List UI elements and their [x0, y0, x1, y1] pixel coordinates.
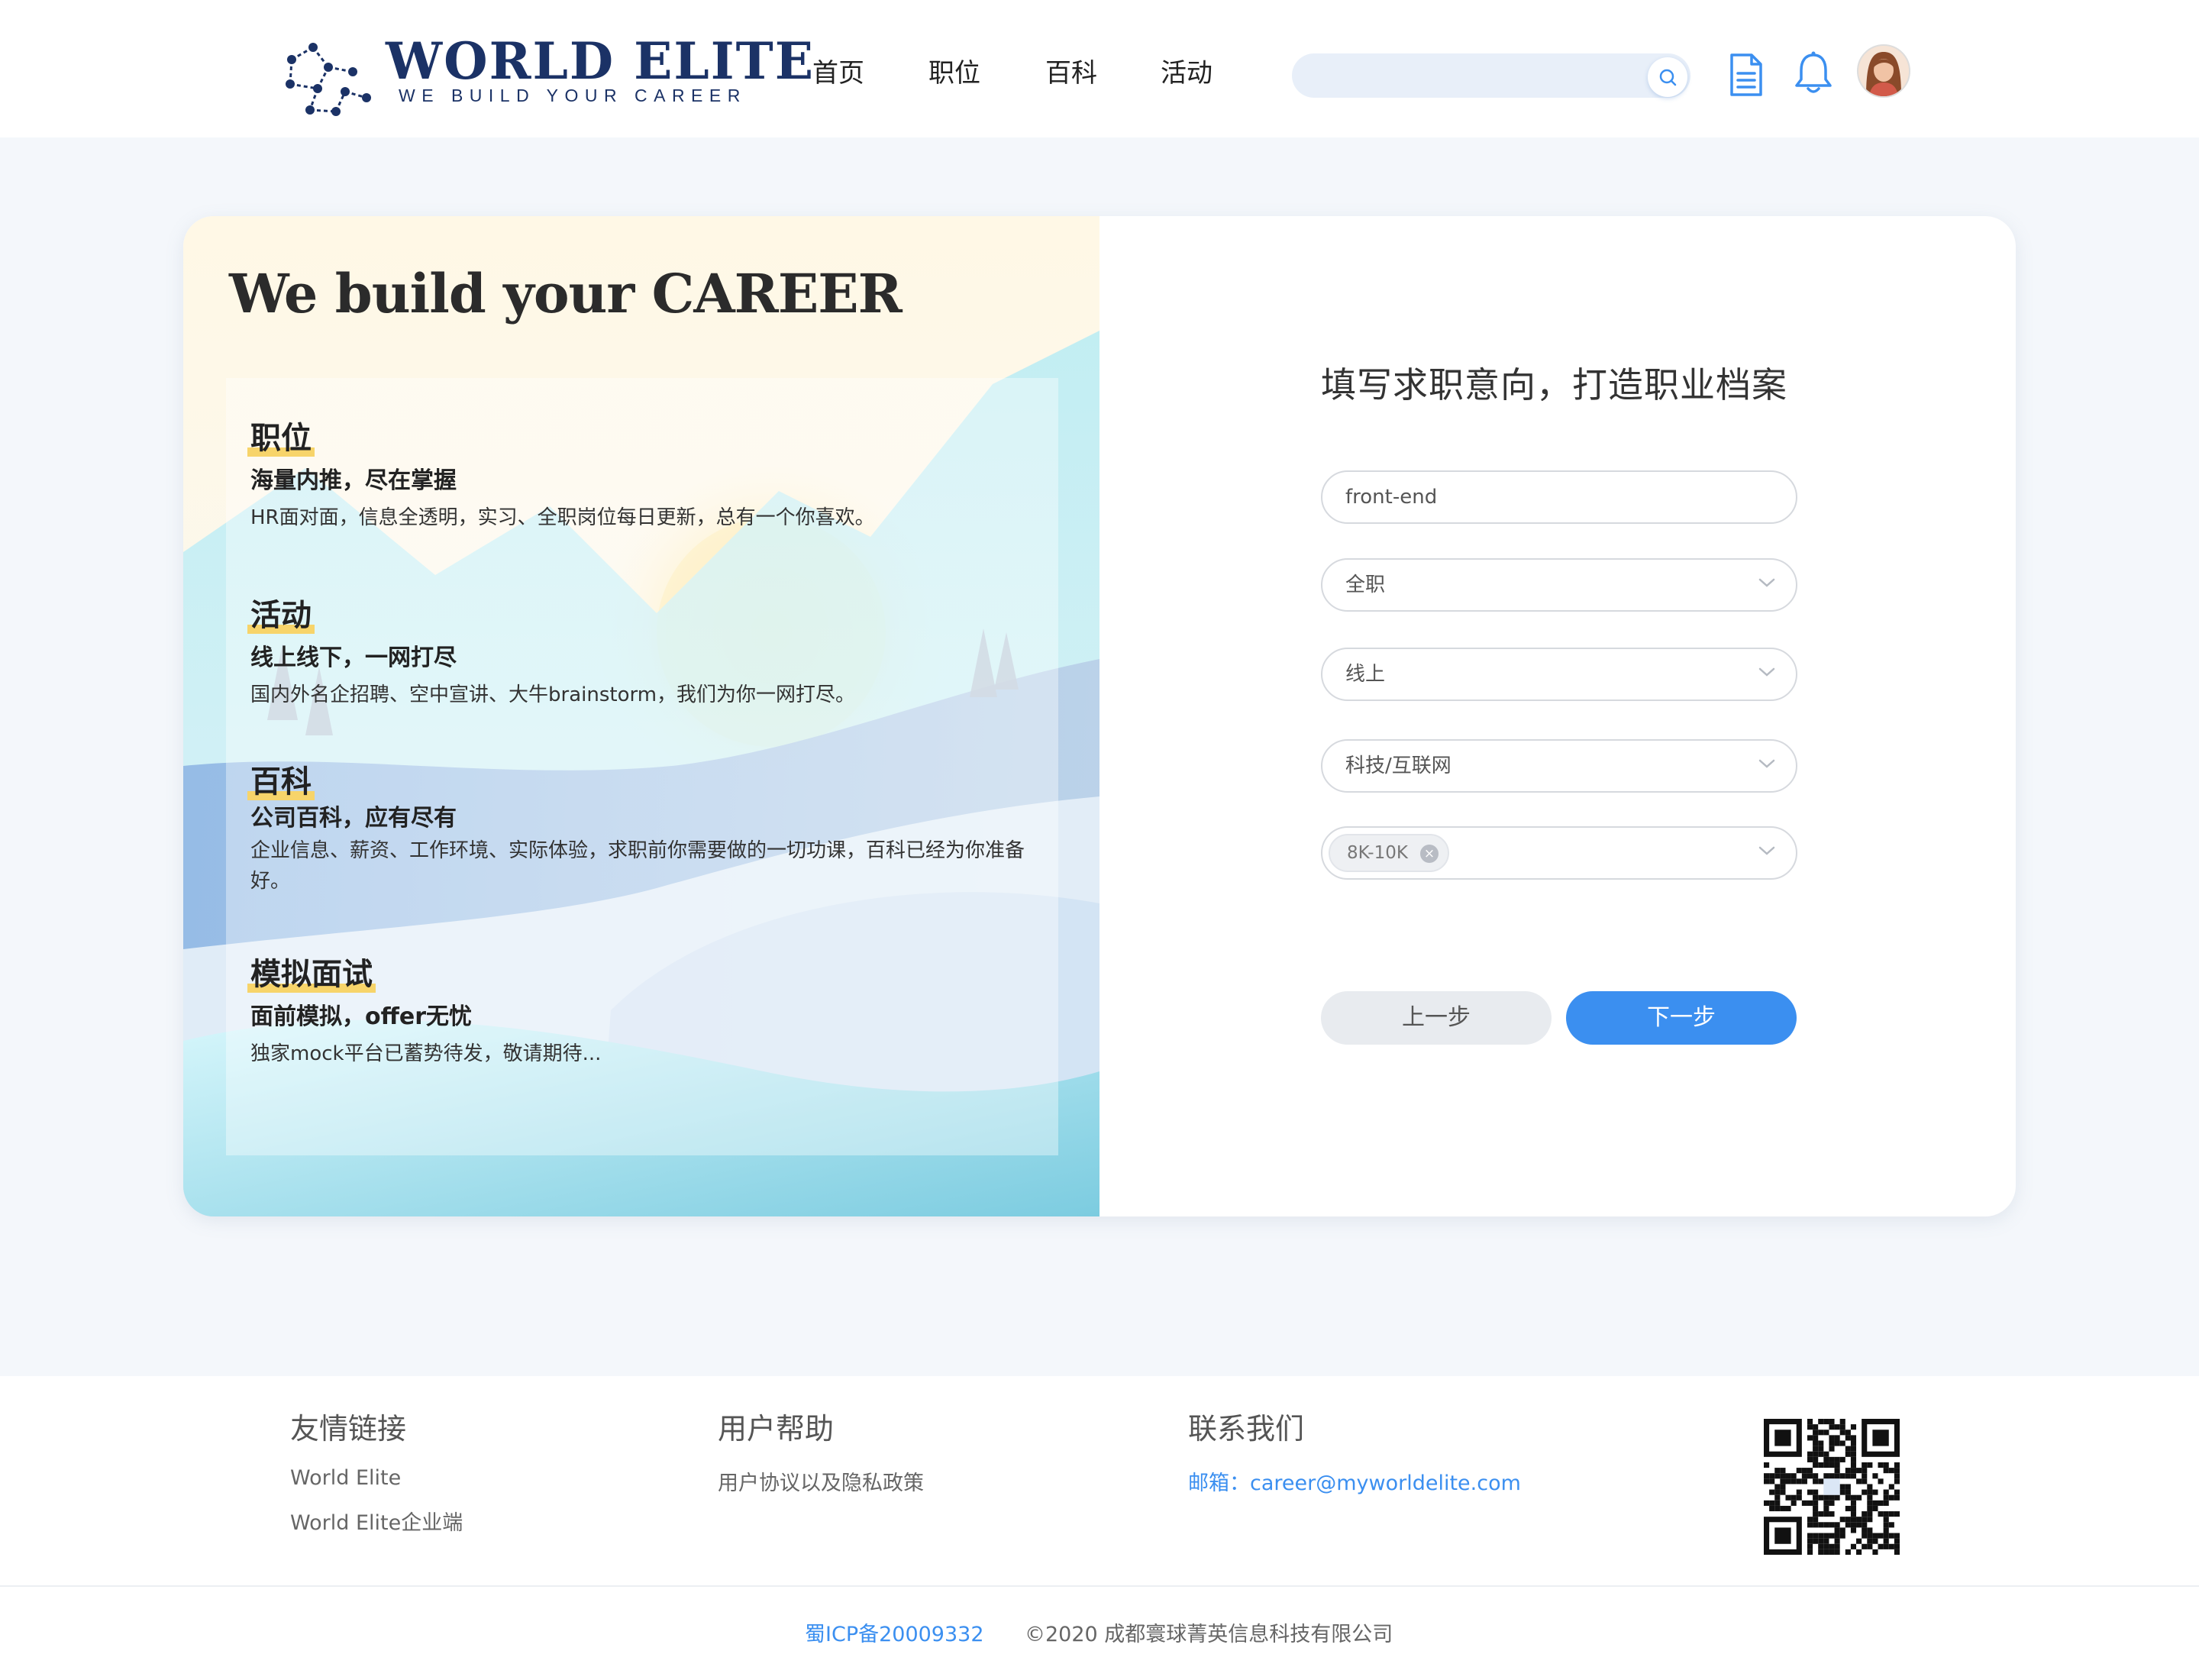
feature-desc: 企业信息、薪资、工作环境、实际体验，求职前你需要做的一切功课，百科已经为你准备好…: [250, 839, 1025, 893]
feature-desc: 独家mock平台已蓄势待发，敬请期待...: [250, 1042, 602, 1065]
chevron-down-icon: [1758, 759, 1775, 768]
copyright: ©2020 成都寰球菁英信息科技有限公司: [1025, 1623, 1393, 1646]
hero-headline: We build your CAREER: [229, 262, 903, 325]
feature-jobs: 职位 海量内推，尽在掌握 HR面对面，信息全透明，实习、全职岗位每日更新，总有一…: [247, 418, 907, 533]
nav-jobs[interactable]: 职位: [928, 52, 980, 95]
feature-events: 活动 线上线下，一网打尽 国内外名企招聘、空中宣讲、大牛brainstorm，我…: [247, 596, 1014, 710]
chevron-down-icon: [1758, 667, 1775, 677]
friends-link[interactable]: World Elite企业端: [290, 1506, 463, 1536]
feature-desc: HR面对面，信息全透明，实习、全职岗位每日更新，总有一个你喜欢。: [250, 506, 875, 529]
help-title: 用户帮助: [718, 1412, 835, 1446]
contact-title: 联系我们: [1188, 1412, 1305, 1446]
feature-mock-interview: 模拟面试 面前模拟，offer无忧 独家mock平台已蓄势待发，敬请期待...: [247, 955, 1014, 1069]
feature-subtitle: 公司百科，应有尽有: [250, 805, 457, 832]
feature-title: 职位: [247, 418, 315, 458]
nav-home[interactable]: 首页: [812, 52, 864, 95]
nav-wiki[interactable]: 百科: [1045, 52, 1097, 95]
footer-divider: [0, 1585, 2199, 1587]
email-line[interactable]: 邮箱：career@myworldelite.com: [1188, 1466, 1521, 1496]
logo[interactable]: WORLD ELITE WE BUILD YOUR CAREER: [283, 31, 813, 116]
form-title: 填写求职意向，打造职业档案: [1321, 364, 1787, 405]
feature-subtitle: 线上线下，一网打尽: [250, 645, 457, 671]
chevron-down-icon: [1758, 578, 1775, 587]
search-input[interactable]: [1292, 53, 1690, 98]
feature-subtitle: 面前模拟，offer无忧: [250, 1003, 473, 1030]
qr-code: [1764, 1419, 1900, 1555]
logo-network-icon: [286, 43, 371, 116]
position-value: front-end: [1345, 486, 1438, 509]
friends-link[interactable]: World Elite: [290, 1466, 401, 1490]
email-address[interactable]: career@myworldelite.com: [1250, 1472, 1521, 1495]
feature-title: 百科: [247, 762, 315, 802]
work-mode-select[interactable]: 线上: [1321, 648, 1797, 701]
privacy-policy-link[interactable]: 用户协议以及隐私政策: [718, 1466, 924, 1496]
industry-value: 科技/互联网: [1345, 754, 1451, 777]
search-icon: [1659, 69, 1677, 86]
friends-links-title: 友情链接: [290, 1412, 407, 1446]
salary-tag-label: 8K-10K: [1347, 843, 1408, 863]
search-button[interactable]: [1648, 57, 1687, 97]
hero-panel: We build your CAREER 职位 海量内推，尽在掌握 HR面对面，…: [183, 216, 1100, 1216]
position-input[interactable]: front-end: [1321, 470, 1797, 524]
logo-title: WORLD ELITE: [386, 31, 815, 91]
nav-events[interactable]: 活动: [1161, 52, 1213, 95]
avatar[interactable]: [1857, 44, 1910, 98]
email-label: 邮箱：: [1188, 1472, 1250, 1495]
career-intent-card: We build your CAREER 职位 海量内推，尽在掌握 HR面对面，…: [183, 216, 2016, 1216]
avatar-image: [1858, 46, 1909, 96]
feature-desc: 国内外名企招聘、空中宣讲、大牛brainstorm，我们为你一网打尽。: [250, 683, 856, 706]
feature-wiki: 百科 公司百科，应有尽有 企业信息、薪资、工作环境、实际体验，求职前你需要做的一…: [247, 762, 1029, 897]
next-step-button[interactable]: 下一步: [1566, 991, 1797, 1045]
prev-step-button[interactable]: 上一步: [1321, 991, 1552, 1045]
feature-subtitle: 海量内推，尽在掌握: [250, 467, 457, 494]
industry-select[interactable]: 科技/互联网: [1321, 739, 1797, 793]
feature-title: 模拟面试: [247, 955, 376, 994]
bell-icon[interactable]: [1793, 50, 1834, 96]
logo-subtitle: WE BUILD YOUR CAREER: [399, 86, 747, 105]
feature-title: 活动: [247, 596, 315, 635]
footer: 友情链接 World Elite World Elite企业端 用户帮助 用户协…: [0, 1376, 2199, 1680]
salary-multiselect[interactable]: 8K-10K ×: [1321, 826, 1797, 880]
tag-close-icon[interactable]: ×: [1419, 845, 1439, 863]
job-type-value: 全职: [1345, 573, 1386, 596]
icp-link[interactable]: 蜀ICP备20009332: [805, 1617, 984, 1647]
salary-tag: 8K-10K ×: [1329, 834, 1449, 872]
work-mode-value: 线上: [1345, 663, 1386, 686]
document-icon[interactable]: [1727, 52, 1764, 98]
job-type-select[interactable]: 全职: [1321, 558, 1797, 612]
chevron-down-icon: [1758, 846, 1775, 855]
header: WORLD ELITE WE BUILD YOUR CAREER 首页 职位 百…: [0, 0, 2199, 137]
